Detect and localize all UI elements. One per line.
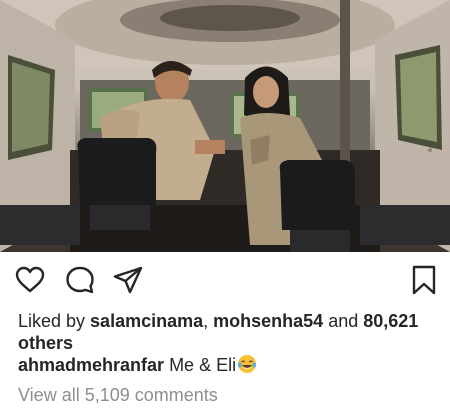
liked-user-link[interactable]: salamcinama bbox=[90, 311, 203, 331]
post-caption: ahmadmehranfar Me & Eli bbox=[18, 354, 438, 376]
liked-separator: , bbox=[203, 311, 214, 331]
bookmark-icon[interactable] bbox=[408, 264, 440, 296]
heart-icon[interactable] bbox=[14, 264, 46, 296]
post-photo[interactable] bbox=[0, 0, 450, 252]
post-action-bar bbox=[0, 252, 450, 306]
face-with-tears-of-joy-icon bbox=[238, 355, 257, 373]
liked-user-link[interactable]: mohsenha54 bbox=[213, 311, 323, 331]
others-label: others bbox=[18, 333, 74, 353]
likes-count: 80,621 bbox=[363, 311, 419, 331]
view-all-comments-link[interactable]: View all 5,109 comments bbox=[18, 384, 218, 406]
caption-username[interactable]: ahmadmehranfar bbox=[18, 355, 164, 375]
armored-vehicle-interior-image bbox=[0, 0, 450, 252]
share-icon[interactable] bbox=[112, 264, 144, 296]
comment-icon[interactable] bbox=[64, 264, 96, 296]
and-label: and bbox=[323, 311, 364, 331]
caption-text: Me & Eli bbox=[164, 355, 237, 375]
liked-by-label: Liked by bbox=[18, 311, 91, 331]
likes-summary: Liked by salamcinama, mohsenha54 and 80,… bbox=[18, 310, 438, 354]
